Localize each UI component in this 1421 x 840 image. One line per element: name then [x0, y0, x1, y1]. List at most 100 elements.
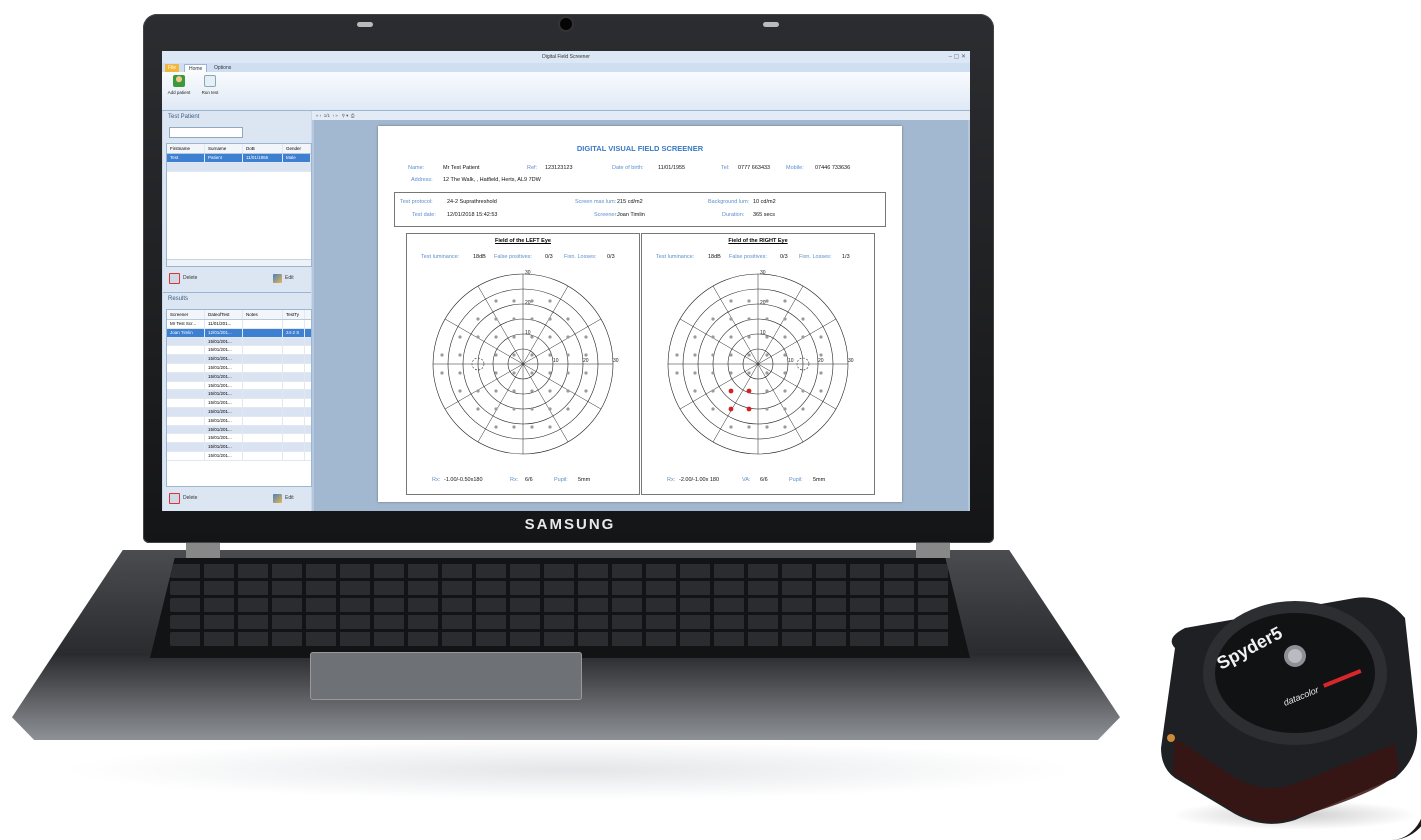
table-row[interactable]: Mr Test Scr... 11/01/201... [167, 320, 311, 329]
add-patient-icon [173, 75, 185, 87]
table-row[interactable]: 15/01/201... [167, 425, 311, 435]
right-fl-label: Fixn. Losses: [799, 254, 832, 260]
table-cell [167, 355, 205, 363]
table-cell: 15/01/201... [205, 407, 243, 416]
meridian-line [522, 318, 602, 365]
report-page: DIGITAL VISUAL FIELD SCREENER Name: Mr T… [378, 126, 902, 502]
tab-file[interactable]: File [165, 64, 179, 72]
zoom-icon[interactable]: ⚲ ▾ [342, 113, 349, 118]
table-cell: 11/01/201... [205, 320, 243, 328]
table-cell: 15/01/201... [205, 355, 243, 363]
col-surname[interactable]: Surname [205, 144, 243, 153]
first-page-icon[interactable]: « ‹ [316, 113, 321, 118]
ring-label: 10 [525, 330, 531, 336]
window-controls[interactable]: – ▢ ✕ [949, 51, 966, 63]
result-edit-button[interactable]: Edit [273, 492, 294, 504]
table-cell: 24-2 S [283, 328, 305, 337]
screener-label: Screener: [594, 212, 618, 218]
left-va-value: 6/6 [525, 477, 533, 483]
table-row[interactable]: 15/01/201... [167, 443, 311, 452]
table-row[interactable]: 15/01/201... [167, 390, 311, 400]
delete-icon [169, 272, 180, 284]
results-section-title: Results [168, 296, 189, 302]
table-cell [167, 451, 205, 460]
table-cell: 15/01/201... [205, 372, 243, 381]
meridian-line [477, 363, 524, 443]
patients-section-title: Test Patient [168, 114, 200, 120]
right-rx-value: -2.00/-1.00x 180 [679, 477, 720, 483]
add-patient-button[interactable]: Add patient [165, 75, 193, 105]
window-titlebar: Digital Field Screener – ▢ ✕ [162, 51, 970, 63]
webcam [560, 18, 572, 30]
col-gender[interactable]: Gender [283, 144, 311, 153]
meridian-line [444, 363, 524, 410]
table-row[interactable]: 15/01/201... [167, 451, 311, 461]
col-notes[interactable]: Notes [243, 310, 283, 319]
next-page-icon[interactable]: › » [333, 113, 338, 118]
right-va-label: VA: [742, 477, 751, 483]
right-rx-label: Rx: [667, 477, 676, 483]
patient-delete-button[interactable]: Delete [169, 272, 197, 284]
seen-point [729, 425, 733, 429]
table-row[interactable]: 15/01/201... [167, 363, 311, 373]
patient-edit-button[interactable]: Edit [273, 272, 294, 284]
right-eye-field-plot: 30 20 10 10 20 30 [667, 270, 854, 455]
seen-point [765, 299, 769, 303]
meridian-line [712, 363, 759, 443]
right-fl-value: 1/3 [842, 254, 850, 260]
table-row[interactable]: Test Patient 11/01/1955 Male [167, 154, 311, 163]
seen-point [747, 425, 751, 429]
table-row[interactable]: 15/01/201... [167, 355, 311, 364]
mobile-value: 07446 733636 [815, 165, 851, 171]
table-row[interactable]: 15/01/201... [167, 372, 311, 382]
seen-point [711, 407, 715, 411]
left-lum-value: 18dB [473, 254, 486, 260]
table-row[interactable]: 15/01/201... [167, 381, 311, 391]
seen-point [494, 353, 498, 357]
laptop-shadow [60, 740, 1080, 800]
table-row[interactable]: 15/01/201... [167, 407, 311, 417]
ribbon: Add patient Run test [162, 72, 970, 111]
table-cell [243, 320, 283, 328]
seen-point [530, 407, 534, 411]
right-pupil-label: Pupil: [789, 477, 803, 483]
edit-icon [273, 273, 282, 283]
run-test-button[interactable]: Run test [196, 75, 224, 105]
table-row[interactable]: 15/01/201... [167, 346, 311, 356]
result-delete-button[interactable]: Delete [169, 492, 197, 504]
table-cell [167, 434, 205, 443]
table-row[interactable]: Joan Timlin 12/01/201... 24-2 S [167, 328, 311, 338]
seen-point [512, 389, 516, 393]
table-cell [243, 443, 283, 451]
table-row[interactable]: 15/01/201... [167, 399, 311, 408]
right-pupil-value: 5mm [813, 477, 826, 483]
table-row[interactable]: 15/01/201... [167, 337, 311, 347]
horizontal-scrollbar[interactable] [167, 259, 311, 266]
col-dob[interactable]: DoB [243, 144, 283, 153]
patient-search-input[interactable] [169, 127, 243, 138]
print-icon[interactable]: ⎙ [351, 113, 355, 118]
table-row[interactable]: 15/01/201... [167, 416, 311, 426]
meridian-line [444, 318, 524, 365]
report-title: DIGITAL VISUAL FIELD SCREENER [576, 144, 704, 153]
seen-point [548, 371, 552, 375]
col-firstname[interactable]: Firstname [167, 144, 205, 153]
col-screener[interactable]: Screener [167, 310, 205, 319]
laptop-brand: SAMSUNG [524, 516, 616, 533]
table-cell: 15/01/201... [205, 363, 243, 372]
tab-options[interactable]: Options [210, 64, 235, 72]
table-row[interactable] [167, 162, 311, 172]
right-fp-value: 0/3 [780, 254, 788, 260]
ref-value: 123123123 [545, 165, 573, 171]
meridian-line [679, 363, 759, 410]
missed-point [746, 406, 752, 412]
col-date[interactable]: DateofTest [205, 310, 243, 319]
col-testtype[interactable]: TestTy [283, 310, 305, 319]
window-title: Digital Field Screener [542, 54, 590, 60]
ring-label: 20 [818, 358, 824, 364]
seen-point [801, 317, 805, 321]
table-cell [167, 363, 205, 372]
table-row[interactable]: 15/01/201... [167, 434, 311, 444]
table-cell: 15/01/201... [205, 416, 243, 425]
dob-label: Date of birth: [612, 165, 644, 171]
